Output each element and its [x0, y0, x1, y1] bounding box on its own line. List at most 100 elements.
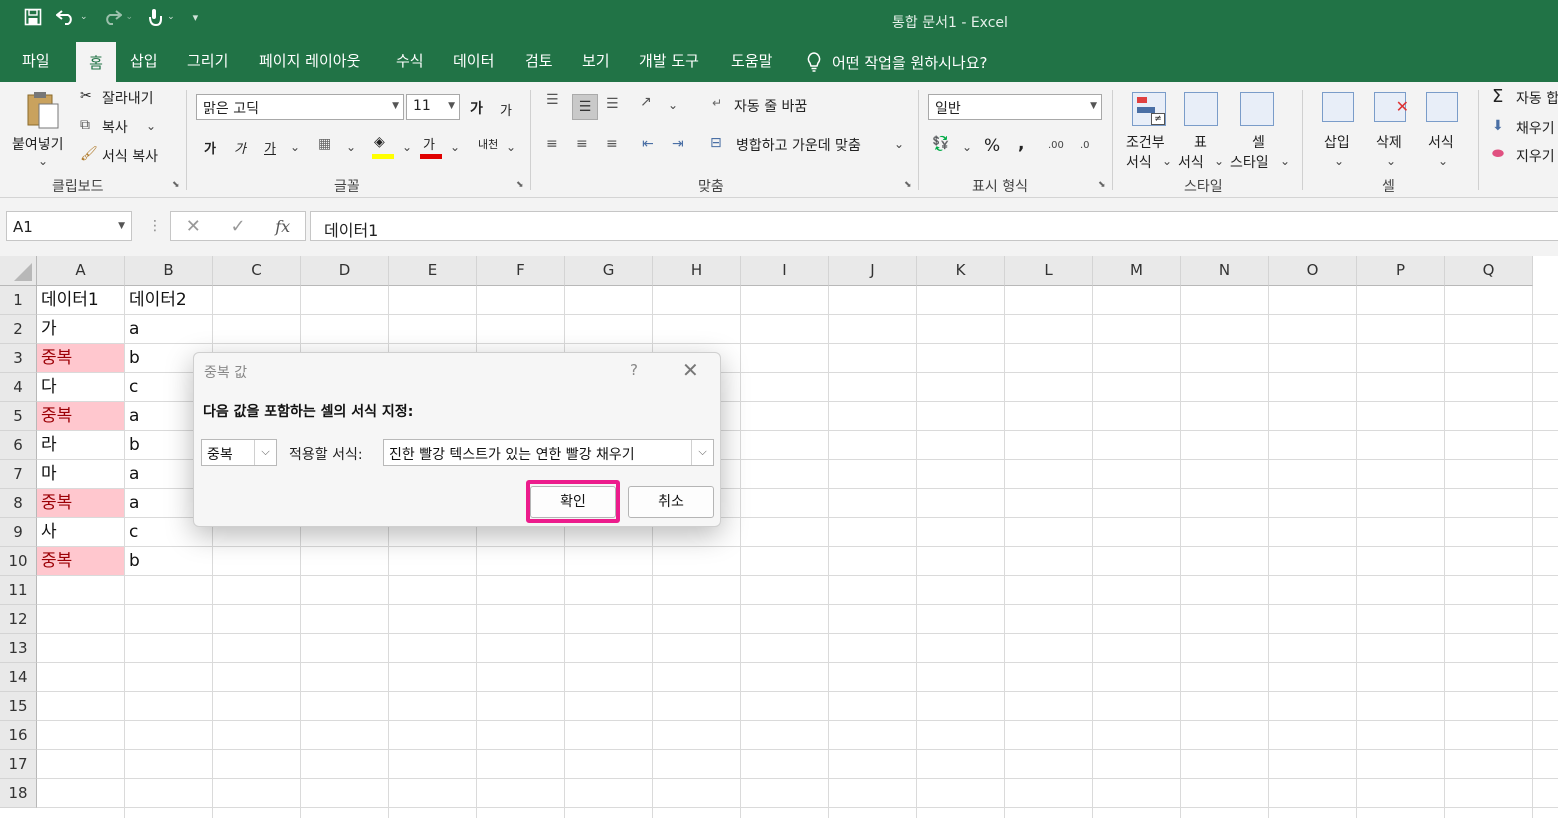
chevron-down-icon[interactable]: ⌄ [668, 98, 678, 112]
column-header[interactable]: H [653, 256, 741, 286]
align-center-icon[interactable]: ≡ [576, 136, 588, 152]
column-header[interactable]: J [829, 256, 917, 286]
save-icon[interactable] [24, 8, 42, 26]
format-painter-button[interactable]: 🖌 서식 복사 [80, 146, 176, 168]
orientation-icon[interactable]: ↗ [640, 94, 652, 110]
column-header[interactable]: B [125, 256, 213, 286]
chevron-down-icon[interactable]: ⌄ [402, 140, 412, 154]
close-icon[interactable]: ✕ [682, 358, 699, 382]
dialog-launcher-icon[interactable]: ⬊ [1098, 180, 1106, 190]
increase-indent-icon[interactable]: ⇥ [672, 136, 684, 152]
increase-decimal-button[interactable]: .00 [1048, 140, 1064, 151]
help-button[interactable]: ? [630, 361, 638, 379]
row-header[interactable]: 9 [0, 518, 37, 547]
tab-file[interactable]: 파일 [22, 42, 50, 82]
tab-page-layout[interactable]: 페이지 레이아웃 [259, 42, 360, 82]
italic-button[interactable]: 가 [234, 138, 246, 157]
row-header[interactable]: 18 [0, 779, 37, 808]
column-header[interactable]: A [37, 256, 125, 286]
row-header[interactable]: 10 [0, 547, 37, 576]
tab-formulas[interactable]: 수식 [396, 42, 424, 82]
phonetic-button[interactable]: 내천 [478, 136, 498, 152]
undo-icon[interactable]: ⌄ [56, 9, 88, 25]
cancel-button[interactable]: 취소 [628, 486, 714, 518]
clear-button[interactable]: ⬬ 지우기 [1492, 146, 1558, 168]
align-left-icon[interactable]: ≡ [546, 136, 558, 152]
row-header[interactable]: 16 [0, 721, 37, 750]
row-header[interactable]: 6 [0, 431, 37, 460]
merge-center-button[interactable]: ⊟ 병합하고 가운데 맞춤 ⌄ [710, 135, 906, 159]
delete-cells-button[interactable]: ✕ 삭제 ⌄ [1366, 90, 1414, 172]
tab-developer[interactable]: 개발 도구 [639, 42, 699, 82]
insert-function-button[interactable]: fx [275, 217, 290, 236]
underline-button[interactable]: 가 [264, 138, 276, 157]
row-header[interactable]: 17 [0, 750, 37, 779]
column-header[interactable]: L [1005, 256, 1093, 286]
row-header[interactable]: 7 [0, 460, 37, 489]
cell[interactable]: 중복 [37, 402, 124, 430]
dialog-launcher-icon[interactable]: ⬊ [904, 180, 912, 190]
column-header[interactable]: O [1269, 256, 1357, 286]
format-as-table-button[interactable]: 표 서식 ⌄ [1176, 90, 1228, 172]
column-header[interactable]: E [389, 256, 477, 286]
row-header[interactable]: 2 [0, 315, 37, 344]
name-box[interactable]: A1 ▼ [6, 211, 132, 241]
cell[interactable]: 다 [37, 373, 124, 401]
fill-button[interactable]: ⬇ 채우기 [1492, 118, 1558, 140]
cell[interactable]: 중복 [37, 489, 124, 517]
row-header[interactable]: 11 [0, 576, 37, 605]
format-select[interactable]: 진한 빨강 텍스트가 있는 연한 빨강 채우기 ⌵ [383, 439, 714, 466]
paste-button[interactable]: 붙여넣기 ⌄ [10, 88, 74, 172]
column-header[interactable]: F [477, 256, 565, 286]
cell[interactable]: 사 [37, 518, 124, 546]
column-header[interactable]: N [1181, 256, 1269, 286]
touch-mode-icon[interactable]: ⌄ [147, 8, 175, 26]
cancel-entry-button[interactable]: ✕ [186, 216, 201, 237]
wrap-text-button[interactable]: ↵ 자동 줄 바꿈 [712, 96, 842, 120]
cell-styles-button[interactable]: 셀 스타일 ⌄ [1228, 90, 1290, 172]
row-header[interactable]: 14 [0, 663, 37, 692]
font-color-button[interactable]: 가 [420, 134, 444, 160]
fill-color-button[interactable]: ◈ [372, 134, 396, 160]
column-header[interactable]: K [917, 256, 1005, 286]
column-header[interactable]: M [1093, 256, 1181, 286]
tell-me-box[interactable]: 어떤 작업을 원하시나요? [806, 42, 988, 82]
cell[interactable]: 데이터2 [125, 286, 212, 314]
dialog-launcher-icon[interactable]: ⬊ [172, 180, 180, 190]
formula-bar-grip[interactable]: ⋮ [148, 218, 162, 234]
cell[interactable]: 중복 [37, 547, 124, 575]
row-header[interactable]: 4 [0, 373, 37, 402]
align-bottom-icon[interactable]: ☰ [606, 96, 619, 112]
select-all-button[interactable] [0, 256, 37, 286]
row-header[interactable]: 3 [0, 344, 37, 373]
chevron-down-icon[interactable]: ⌄ [346, 140, 356, 154]
tab-help[interactable]: 도움말 [731, 42, 772, 82]
cell[interactable]: 가 [37, 315, 124, 343]
row-header[interactable]: 15 [0, 692, 37, 721]
bold-button[interactable]: 가 [204, 138, 216, 157]
percent-button[interactable]: % [984, 136, 1000, 156]
cell[interactable]: b [125, 547, 212, 575]
row-header[interactable]: 1 [0, 286, 37, 315]
grow-font-button[interactable]: 가 [470, 98, 483, 118]
tab-draw[interactable]: 그리기 [187, 42, 228, 82]
ok-button[interactable]: 확인 [530, 486, 616, 518]
redo-icon[interactable]: ⌄ [102, 9, 133, 25]
insert-cells-button[interactable]: 삽입 ⌄ [1314, 90, 1362, 172]
enter-button[interactable]: ✓ [231, 216, 246, 237]
border-icon[interactable]: ▦ [318, 136, 331, 152]
align-middle-button[interactable]: ☰ [572, 94, 598, 120]
chevron-down-icon[interactable]: ⌄ [962, 140, 972, 154]
shrink-font-button[interactable]: 가 [500, 100, 512, 119]
column-header[interactable]: D [301, 256, 389, 286]
conditional-formatting-button[interactable]: ≠ 조건부 서식 ⌄ [1120, 90, 1176, 172]
tab-insert[interactable]: 삽입 [130, 42, 158, 82]
format-cells-button[interactable]: 서식 ⌄ [1418, 90, 1466, 172]
rule-type-select[interactable]: 중복 ⌵ [201, 439, 277, 466]
row-header[interactable]: 13 [0, 634, 37, 663]
tab-view[interactable]: 보기 [582, 42, 610, 82]
decrease-decimal-button[interactable]: .0 [1080, 140, 1090, 151]
customize-qat-icon[interactable]: ▾ [189, 11, 199, 24]
font-size-combo[interactable]: 11 ▼ [406, 94, 460, 120]
chevron-down-icon[interactable]: ⌄ [450, 140, 460, 154]
